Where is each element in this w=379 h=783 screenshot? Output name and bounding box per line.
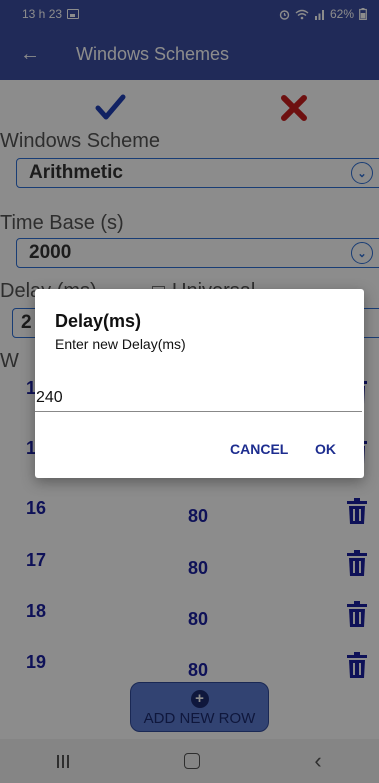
- delay-input[interactable]: [35, 385, 362, 412]
- ok-button[interactable]: OK: [315, 441, 336, 457]
- dialog-title: Delay(ms): [55, 311, 142, 331]
- delay-dialog: Delay(ms) Enter new Delay(ms) CANCEL OK: [35, 289, 364, 478]
- cancel-button[interactable]: CANCEL: [230, 441, 288, 457]
- dialog-message: Enter new Delay(ms): [55, 336, 186, 352]
